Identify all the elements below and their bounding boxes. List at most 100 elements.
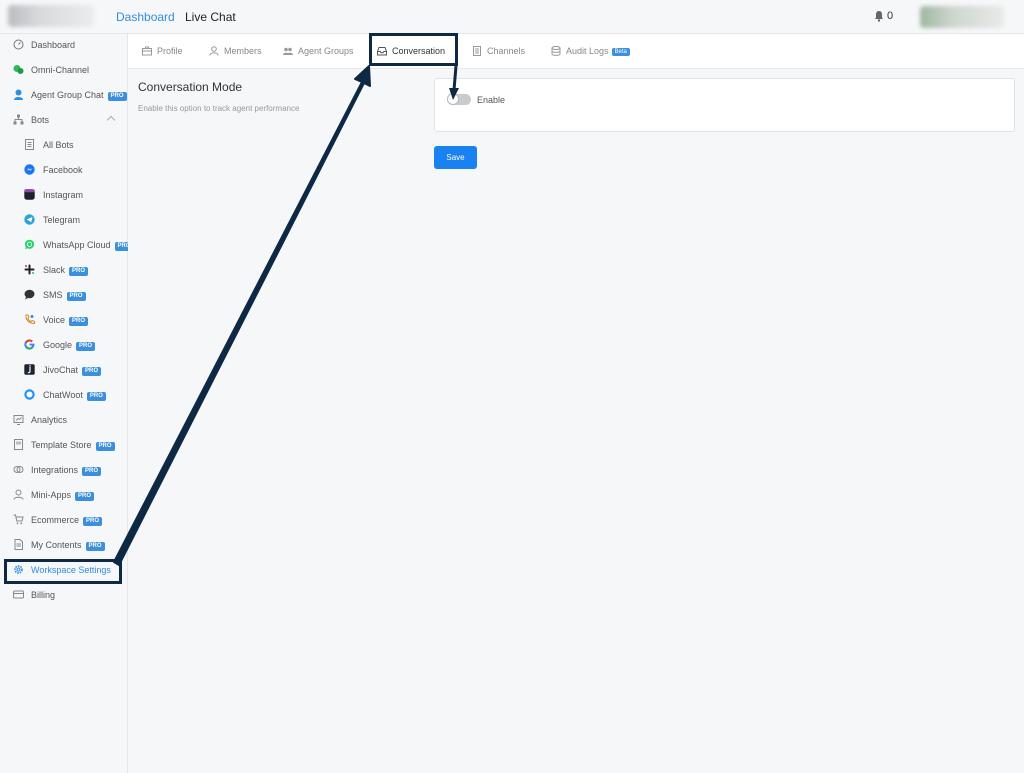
sidebar-item-label: Telegram (43, 215, 81, 225)
sidebar-item-facebook[interactable]: Facebook (0, 159, 126, 181)
pro-badge: PRO (75, 492, 95, 501)
highlight-box-conversation-tab (369, 33, 458, 66)
sidebar-item-template-store[interactable]: Template Store PRO (0, 434, 126, 456)
sidebar-item-label: JivoChat PRO (43, 365, 102, 376)
enable-toggle[interactable] (447, 93, 471, 105)
sidebar-item-label: SMS PRO (43, 290, 86, 301)
sidebar-item-label: Bots (31, 115, 50, 125)
whatsapp-icon (24, 239, 35, 250)
section-description: Enable this option to track agent perfor… (138, 104, 300, 113)
tab-label: Profile (157, 46, 183, 56)
conversation-mode-card: Enable (434, 78, 1015, 132)
beta-badge: Beta (611, 48, 630, 56)
nav-dashboard[interactable]: Dashboard (116, 10, 175, 24)
pro-badge: PRO (76, 342, 96, 351)
settings-tabs: Profile Members Agent Groups Conversatio… (128, 34, 1024, 69)
sidebar-item-label: Integrations PRO (31, 465, 102, 476)
tab-label: Members (224, 46, 262, 56)
sidebar-item-whatsapp-cloud[interactable]: WhatsApp Cloud PRO (0, 234, 134, 256)
google-icon (24, 339, 35, 350)
sidebar-item-label: Agent Group Chat PRO (31, 90, 127, 101)
tab-label: Agent Groups (298, 46, 354, 56)
pro-badge: PRO (69, 317, 89, 326)
sidebar-item-billing[interactable]: Billing (0, 584, 126, 606)
my-contents-icon (14, 539, 23, 550)
sidebar-item-label: WhatsApp Cloud PRO (43, 240, 134, 251)
sidebar-item-analytics[interactable]: Analytics (0, 409, 126, 431)
integrations-icon (13, 466, 24, 473)
sidebar-item-jivochat[interactable]: JivoChat PRO (0, 359, 126, 381)
sidebar-item-slack[interactable]: Slack PRO (0, 259, 126, 281)
sidebar-item-label: Mini-Apps PRO (31, 490, 95, 501)
tab-label: Channels (487, 46, 526, 56)
sidebar-item-bots[interactable]: Bots (0, 109, 126, 131)
billing-icon (13, 590, 24, 599)
sidebar-item-label: Facebook (43, 165, 83, 175)
pro-badge: PRO (83, 517, 103, 526)
template-store-icon (14, 439, 23, 450)
logo[interactable] (8, 5, 94, 27)
sidebar-item-label: Google PRO (43, 340, 96, 351)
sidebar-item-label: Ecommerce PRO (31, 515, 103, 526)
enable-label: Enable (477, 95, 506, 105)
sidebar-item-integrations[interactable]: Integrations PRO (0, 459, 126, 481)
sidebar-item-telegram[interactable]: Telegram (0, 209, 126, 231)
chatwoot-icon (24, 389, 35, 400)
highlight-box-workspace-settings (4, 559, 122, 584)
sidebar-item-all-bots[interactable]: All Bots (0, 134, 126, 156)
sidebar-item-ecommerce[interactable]: Ecommerce PRO (0, 509, 126, 531)
pro-badge: PRO (66, 292, 86, 301)
sidebar-item-instagram[interactable]: Instagram (0, 184, 126, 206)
sidebar-item-label: Billing (31, 590, 56, 600)
sidebar-item-label: Analytics (31, 415, 68, 425)
chevron-up-icon[interactable] (106, 115, 116, 125)
voice-icon (25, 314, 35, 325)
sidebar-item-mini-apps[interactable]: Mini-Apps PRO (0, 484, 126, 506)
sidebar-item-sms[interactable]: SMS PRO (0, 284, 126, 306)
analytics-icon (13, 415, 24, 425)
instagram-icon (24, 189, 35, 200)
sidebar-item-label: ChatWoot PRO (43, 390, 106, 401)
briefcase-icon (142, 46, 152, 56)
sidebar-item-label: Voice PRO (43, 315, 89, 326)
save-button[interactable]: Save (434, 146, 477, 169)
bell-icon[interactable] (873, 10, 885, 22)
user-icon (209, 46, 219, 56)
pro-badge: PRO (107, 92, 127, 101)
agent-group-chat-icon (14, 89, 23, 100)
main-content: Profile Members Agent Groups Conversatio… (128, 34, 1024, 773)
pro-badge: PRO (69, 267, 89, 276)
sidebar-item-label: Instagram (43, 190, 84, 200)
sidebar-item-chatwoot[interactable]: ChatWoot PRO (0, 384, 126, 406)
sidebar-item-google[interactable]: Google PRO (0, 334, 126, 356)
sidebar-item-label: Template Store PRO (31, 440, 115, 451)
sidebar-item-omni-channel[interactable]: Omni-Channel (0, 59, 126, 81)
pro-badge: PRO (95, 442, 115, 451)
sms-icon (24, 289, 35, 300)
pro-badge: PRO (85, 542, 105, 551)
tab-label: Audit Logs Beta (566, 46, 630, 56)
sidebar-item-label: Omni-Channel (31, 65, 90, 75)
sidebar-item-dashboard[interactable]: Dashboard (0, 34, 126, 56)
user-account[interactable] (920, 6, 1004, 28)
users-icon (283, 47, 293, 55)
sidebar-item-my-contents[interactable]: My Contents PRO (0, 534, 126, 556)
slack-icon (24, 264, 35, 275)
jivochat-icon (24, 364, 35, 375)
pro-badge: PRO (82, 467, 102, 476)
telegram-icon (24, 214, 35, 225)
omni-channel-icon (13, 65, 24, 74)
sidebar-item-agent-group-chat[interactable]: Agent Group Chat PRO (0, 84, 127, 106)
sidebar-item-label: My Contents PRO (31, 540, 105, 551)
notification-count: 0 (887, 10, 894, 22)
dashboard-icon (13, 39, 24, 50)
section-title: Conversation Mode (138, 80, 243, 94)
bots-icon (13, 114, 24, 125)
nav-live-chat[interactable]: Live Chat (185, 10, 236, 24)
sidebar-item-voice[interactable]: Voice PRO (0, 309, 126, 331)
sidebar-item-label: Slack PRO (43, 265, 89, 276)
toggle-knob (447, 93, 459, 105)
all-bots-icon (25, 139, 34, 150)
sidebar-item-label: All Bots (43, 140, 74, 150)
document-icon (473, 46, 481, 56)
